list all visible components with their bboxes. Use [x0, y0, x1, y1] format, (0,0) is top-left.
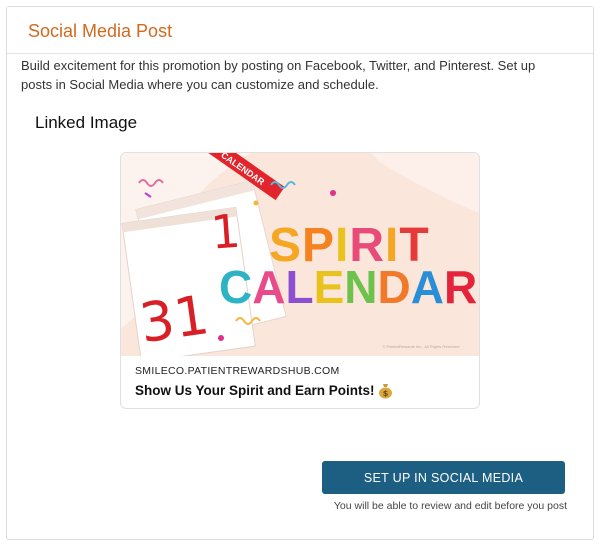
promotion-image: CALENDAR 31 1 SPIRIT CALENDAR © PatientR… [121, 153, 479, 356]
card-description: Build excitement for this promotion by p… [21, 58, 536, 92]
preview-domain: SMILECO.PATIENTREWARDSHUB.COM [135, 365, 340, 377]
linked-image-heading: Linked Image [35, 113, 138, 132]
card-title: Social Media Post [28, 21, 173, 41]
svg-text:$: $ [382, 389, 388, 398]
calendar-number-31: 31 [136, 283, 213, 355]
preview-title: Show Us Your Spirit and Earn Points! $ [135, 382, 465, 400]
image-copyright: © PatientRewards Inc., All Rights Reserv… [383, 344, 460, 349]
setup-in-social-media-button[interactable]: SET UP IN SOCIAL MEDIA [322, 461, 565, 494]
calendar-text: CALENDAR [219, 261, 477, 313]
review-note: You will be able to review and edit befo… [333, 500, 567, 512]
money-bag-icon: $ [378, 383, 393, 399]
preview-meta: SMILECO.PATIENTREWARDSHUB.COM Show Us Yo… [121, 356, 479, 400]
card-header: Social Media Post [7, 7, 593, 54]
preview-title-text: Show Us Your Spirit and Earn Points! [135, 383, 375, 398]
link-preview-card[interactable]: CALENDAR 31 1 SPIRIT CALENDAR © PatientR… [120, 152, 480, 409]
calendar-number-1: 1 [209, 204, 242, 260]
